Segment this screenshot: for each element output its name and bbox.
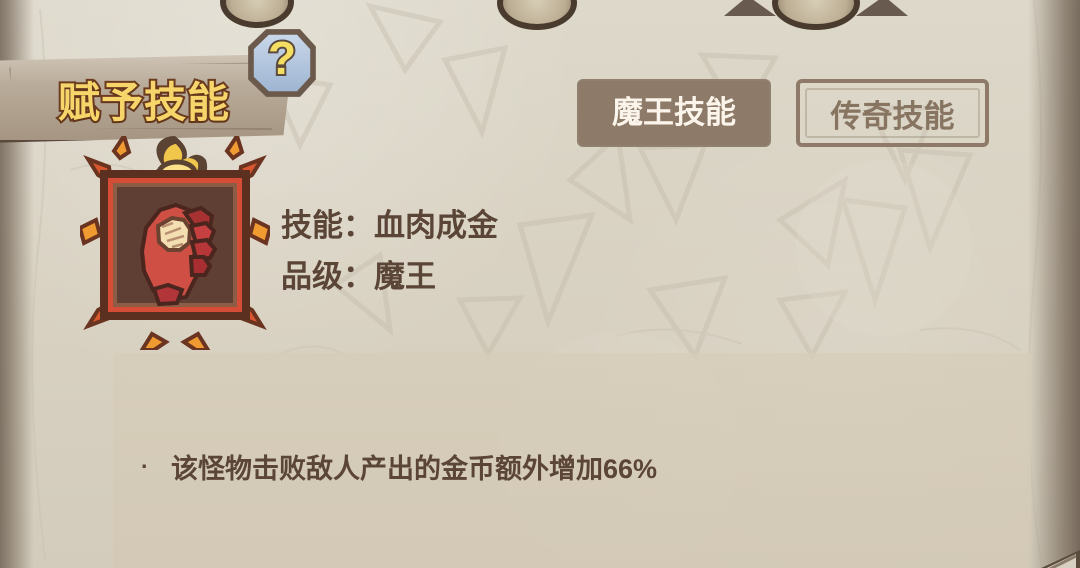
question-mark-icon: ?	[266, 30, 298, 86]
skill-rank-line: 品级：魔王	[281, 261, 436, 292]
description-bullet: ·	[141, 453, 149, 479]
skill-name-line: 技能：血肉成金	[281, 210, 498, 241]
skill-name: 血肉成金	[374, 208, 498, 243]
tab-demon-king-skills[interactable]: 魔王技能	[577, 79, 771, 147]
right-frame-shadow	[1028, 0, 1080, 568]
rank-label: 品级：	[281, 259, 374, 294]
skill-grant-screen: 赋予技能 ? 魔王技能 传奇技能 技能：血肉成金 品级：魔王 · 该怪物击败敌人…	[0, 0, 1080, 568]
description-panel: · 该怪物击败敌人产出的金币额外增加66%	[113, 353, 1031, 568]
rank-value: 魔王	[374, 259, 436, 294]
skill-label: 技能：	[281, 208, 374, 243]
page-title: 赋予技能	[56, 77, 231, 128]
corner-ornament	[1041, 550, 1080, 568]
skill-portrait	[80, 136, 270, 350]
tab-legendary-skills[interactable]: 传奇技能	[796, 79, 989, 147]
description-item: · 该怪物击败敌人产出的金币额外增加66%	[141, 447, 657, 486]
description-text: 该怪物击败敌人产出的金币额外增加66%	[171, 454, 658, 484]
